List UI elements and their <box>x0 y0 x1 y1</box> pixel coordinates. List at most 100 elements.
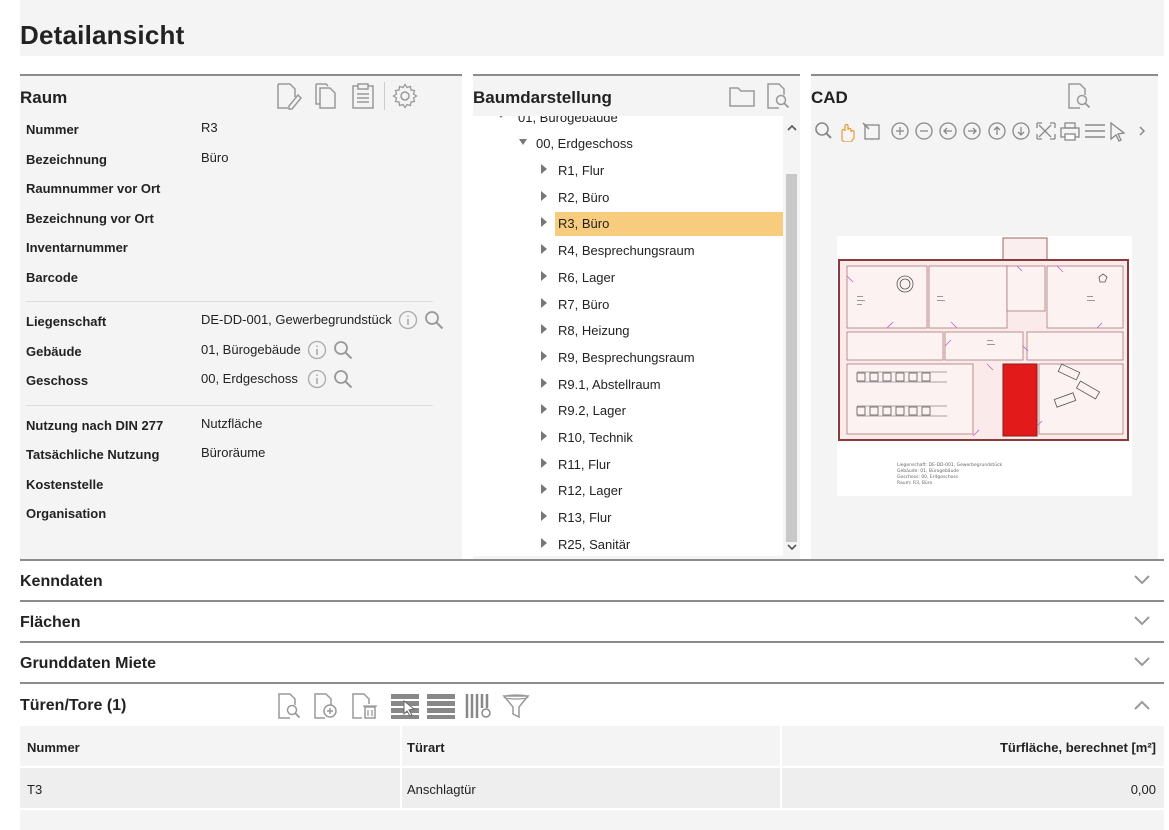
tree-node-room[interactable]: R13, Flur <box>541 506 783 530</box>
tree-node-room[interactable]: R9, Besprechungsraum <box>541 346 783 370</box>
collapsed-arrow-icon[interactable] <box>541 217 547 228</box>
filter-icon[interactable] <box>502 692 530 720</box>
document-search-icon[interactable] <box>276 692 302 720</box>
scroll-up-chevron-icon[interactable] <box>787 124 797 131</box>
pan-hand-icon[interactable] <box>841 123 855 143</box>
zoom-window-icon[interactable] <box>862 122 880 140</box>
field-label: Raumnummer vor Ort <box>26 181 161 196</box>
column-header-tuerart[interactable]: Türart <box>402 726 780 766</box>
search-icon[interactable] <box>424 310 444 330</box>
tree-title: Baumdarstellung <box>473 88 612 107</box>
section-grunddaten-miete[interactable]: Grunddaten Miete <box>20 641 1164 683</box>
cad-floor-plan[interactable]: Liegenschaft: DE-DD-001, Gewerbegrundstü… <box>837 236 1132 496</box>
tree-node-room[interactable]: R10, Technik <box>541 426 783 450</box>
tree-node-room[interactable]: R8, Heizung <box>541 319 783 343</box>
collapsed-arrow-icon[interactable] <box>541 297 547 308</box>
tree-node-room[interactable]: R3, Büro <box>541 212 783 237</box>
collapsed-arrow-icon[interactable] <box>541 404 547 415</box>
table-rows-icon[interactable] <box>426 692 456 720</box>
info-icon[interactable] <box>307 340 327 360</box>
tree-node-label: R12, Lager <box>558 483 623 499</box>
layers-list-icon[interactable] <box>1085 124 1105 138</box>
print-icon[interactable] <box>1060 122 1080 141</box>
search-icon[interactable] <box>333 340 353 360</box>
folder-icon[interactable] <box>728 84 756 108</box>
table-cell[interactable]: 0,00 <box>782 768 1164 808</box>
copy-icon[interactable] <box>312 82 338 110</box>
collapsed-arrow-icon[interactable] <box>541 537 547 548</box>
scroll-down-chevron-icon[interactable] <box>787 544 797 551</box>
info-icon[interactable] <box>398 310 418 330</box>
clipboard-icon[interactable] <box>350 82 376 110</box>
column-header-tuerflaeche[interactable]: Türfläche, berechnet [m²] <box>782 726 1164 766</box>
pan-left-icon[interactable] <box>939 122 957 140</box>
tree-panel-header: Baumdarstellung <box>473 76 800 116</box>
pan-up-icon[interactable] <box>988 122 1006 140</box>
field-row: Kostenstelle <box>26 477 456 507</box>
fit-extent-icon[interactable] <box>1036 122 1056 140</box>
chevron-down-icon[interactable] <box>1134 657 1150 667</box>
tree-scrollbar[interactable] <box>783 116 800 556</box>
search-icon[interactable] <box>333 369 353 389</box>
tree-node-label: R9, Besprechungsraum <box>558 349 695 365</box>
field-row: Raumnummer vor Ort <box>26 181 456 211</box>
table-cell[interactable]: Anschlagtür <box>402 768 780 808</box>
tree-node-room[interactable]: R1, Flur <box>541 159 783 183</box>
collapsed-arrow-icon[interactable] <box>541 270 547 281</box>
edit-icon[interactable] <box>274 82 302 110</box>
collapsed-arrow-icon[interactable] <box>541 164 547 174</box>
tree-node-label: R6, Lager <box>558 269 616 285</box>
section-kenndaten[interactable]: Kenndaten <box>20 559 1164 601</box>
field-row: Liegenschaft DE-DD-001, Gewerbegrundstück <box>26 310 456 344</box>
chevron-up-icon[interactable] <box>1134 700 1150 710</box>
tree-node-room[interactable]: R11, Flur <box>541 453 783 477</box>
zoom-in-icon[interactable] <box>891 122 909 140</box>
section-flaechen[interactable]: Flächen <box>20 600 1164 642</box>
collapsed-arrow-icon[interactable] <box>541 484 547 495</box>
column-settings-icon[interactable] <box>464 692 494 720</box>
table-cell[interactable]: T3 <box>20 768 400 808</box>
tree-node-label: R4, Besprechungsraum <box>558 243 695 259</box>
expanded-arrow-icon[interactable] <box>497 116 505 118</box>
tree-node-room[interactable]: R4, Besprechungsraum <box>541 239 783 263</box>
collapsed-arrow-icon[interactable] <box>541 431 547 441</box>
column-header-label: Türart <box>407 740 445 755</box>
section-tueren-tore[interactable]: Türen/Tore (1) <box>20 682 1164 726</box>
collapsed-arrow-icon[interactable] <box>541 457 547 468</box>
add-document-icon[interactable] <box>312 692 340 720</box>
scrollbar-thumb[interactable] <box>786 174 797 542</box>
tree-node-room[interactable]: R6, Lager <box>541 266 783 290</box>
collapsed-arrow-icon[interactable] <box>541 511 547 522</box>
settings-gear-icon[interactable] <box>392 83 418 109</box>
section-title: Grunddaten Miete <box>20 655 157 672</box>
expanded-arrow-icon[interactable] <box>519 139 527 145</box>
tree-node-room[interactable]: R12, Lager <box>541 479 783 503</box>
zoom-out-icon[interactable] <box>915 122 933 140</box>
chevron-down-icon[interactable] <box>1134 616 1150 626</box>
tree-node-room[interactable]: R9.2, Lager <box>541 399 783 423</box>
more-chevron-icon[interactable] <box>1139 126 1146 136</box>
select-pointer-icon[interactable] <box>1110 121 1126 142</box>
pan-down-icon[interactable] <box>1012 122 1030 140</box>
collapsed-arrow-icon[interactable] <box>541 244 547 255</box>
field-row: Bezeichnung Büro <box>26 150 456 182</box>
highlighted-room-r3[interactable] <box>1002 363 1038 437</box>
zoom-icon[interactable] <box>815 122 832 139</box>
document-search-icon[interactable] <box>765 82 791 110</box>
tree-node-room[interactable]: R9.1, Abstellraum <box>541 373 783 397</box>
delete-document-icon[interactable] <box>350 692 378 720</box>
tree-node-room[interactable]: R7, Büro <box>541 293 783 317</box>
collapsed-arrow-icon[interactable] <box>541 350 547 361</box>
info-icon[interactable] <box>307 369 327 389</box>
raum-panel: Raum Nummer R3 Bezeichnung Büro Raumnummer… <box>20 74 462 560</box>
column-header-nummer[interactable]: Nummer <box>20 726 400 766</box>
pan-right-icon[interactable] <box>963 122 981 140</box>
collapsed-arrow-icon[interactable] <box>541 324 547 335</box>
collapsed-arrow-icon[interactable] <box>541 190 547 201</box>
document-search-icon[interactable] <box>1066 82 1092 110</box>
collapsed-arrow-icon[interactable] <box>541 377 547 388</box>
select-rows-icon[interactable] <box>390 692 420 720</box>
tree-node-room[interactable]: R2, Büro <box>541 186 783 210</box>
tree-node-room[interactable]: R25, Sanitär <box>541 533 783 556</box>
chevron-down-icon[interactable] <box>1134 575 1150 585</box>
